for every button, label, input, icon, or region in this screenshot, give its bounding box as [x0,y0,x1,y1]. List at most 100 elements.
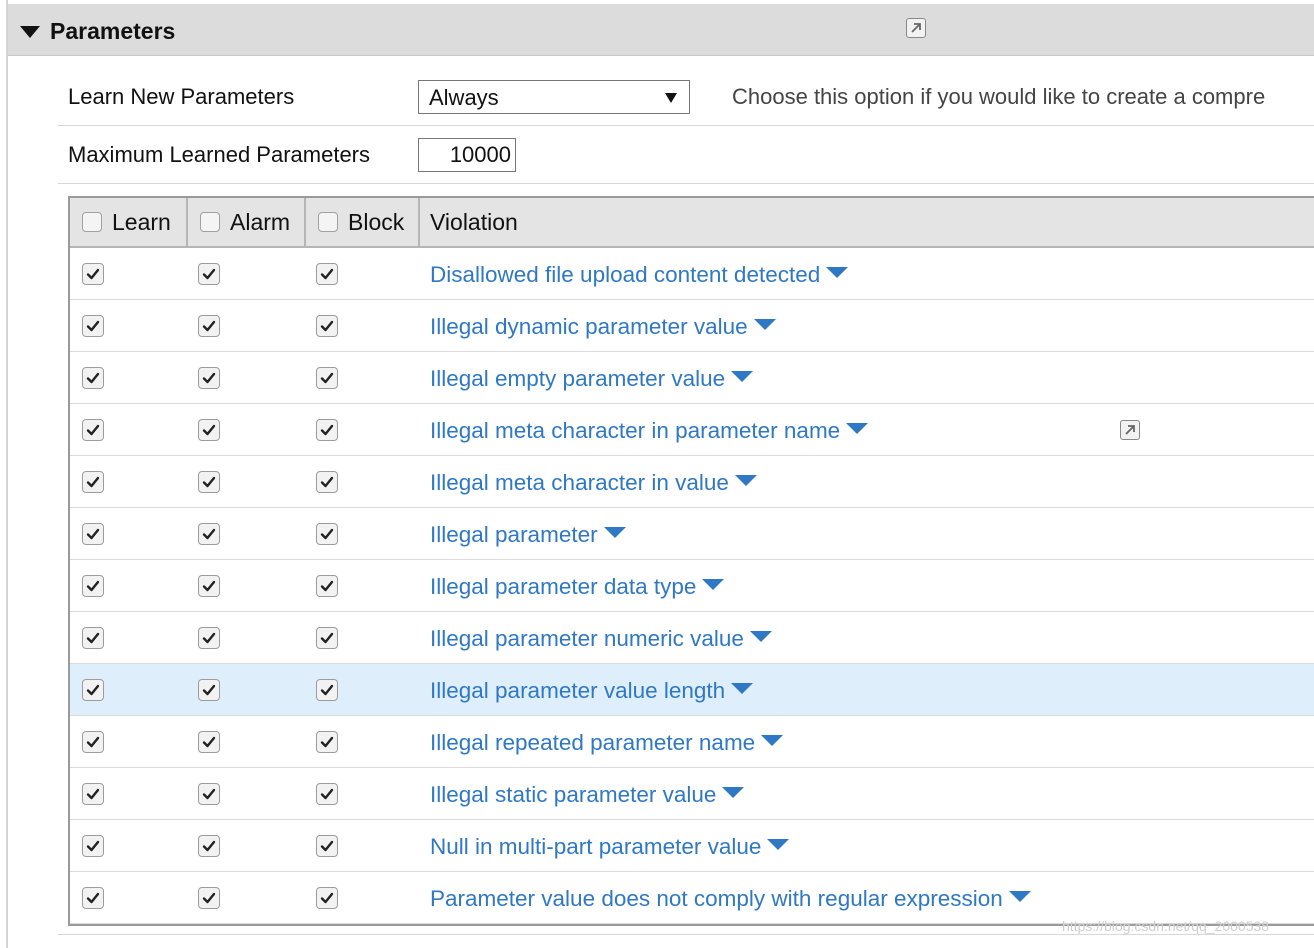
alarm-checkbox[interactable] [198,263,220,285]
external-link-icon[interactable] [906,18,926,38]
violation-link[interactable]: Illegal static parameter value [430,782,745,808]
table-row[interactable]: Illegal dynamic parameter value [70,300,1314,352]
violation-link[interactable]: Parameter value does not comply with reg… [430,886,1031,912]
alarm-checkbox[interactable] [198,627,220,649]
chevron-down-icon[interactable] [603,527,626,538]
learn-checkbox[interactable] [82,627,104,649]
table-row[interactable]: Illegal meta character in value [70,456,1314,508]
table-row[interactable]: Illegal repeated parameter name [70,716,1314,768]
learn-checkbox[interactable] [82,263,104,285]
learn-checkbox[interactable] [82,783,104,805]
block-checkbox[interactable] [316,679,338,701]
chevron-down-icon[interactable] [753,319,776,330]
header-alarm[interactable]: Alarm [188,198,306,246]
chevron-down-icon[interactable] [826,267,849,278]
table-row[interactable]: Illegal empty parameter value [70,352,1314,404]
block-checkbox[interactable] [316,367,338,389]
watermark: https://blog.csdn.net/qq_2000538 [1062,918,1270,934]
header-violation[interactable]: Violation [420,198,1314,246]
table-row[interactable]: Illegal parameter numeric value [70,612,1314,664]
violation-link[interactable]: Illegal parameter data type [430,574,725,600]
violation-label: Illegal parameter value length [430,678,726,703]
violation-link[interactable]: Illegal repeated parameter name [430,730,784,756]
learn-all-checkbox[interactable] [82,212,102,232]
block-checkbox[interactable] [316,471,338,493]
alarm-checkbox[interactable] [198,783,220,805]
table-header: Learn Alarm Block Violation [70,198,1314,248]
learn-checkbox[interactable] [82,575,104,597]
learn-checkbox[interactable] [82,835,104,857]
block-checkbox[interactable] [316,419,338,441]
chevron-down-icon[interactable] [722,787,745,798]
block-checkbox[interactable] [316,523,338,545]
chevron-down-icon[interactable] [702,579,725,590]
alarm-checkbox[interactable] [198,731,220,753]
violation-label: Illegal meta character in parameter name [430,418,841,443]
violation-link[interactable]: Illegal empty parameter value [430,366,754,392]
header-learn[interactable]: Learn [70,198,188,246]
learn-new-parameters-select[interactable]: Always [418,80,690,114]
violation-link[interactable]: Illegal dynamic parameter value [430,314,776,340]
learn-checkbox[interactable] [82,367,104,389]
learn-checkbox[interactable] [82,471,104,493]
chevron-down-icon[interactable] [767,839,790,850]
max-learned-parameters-input[interactable]: 10000 [418,138,516,172]
alarm-checkbox[interactable] [198,471,220,493]
violation-link[interactable]: Illegal parameter numeric value [430,626,772,652]
chevron-down-icon[interactable] [731,683,754,694]
learn-new-parameters-label: Learn New Parameters [68,84,295,109]
learn-checkbox[interactable] [82,731,104,753]
learn-checkbox[interactable] [82,315,104,337]
block-checkbox[interactable] [316,783,338,805]
alarm-all-checkbox[interactable] [200,212,220,232]
left-border [6,0,8,948]
table-row[interactable]: Illegal parameter data type [70,560,1314,612]
violation-link[interactable]: Illegal meta character in value [430,470,757,496]
table-row[interactable]: Illegal meta character in parameter name [70,404,1314,456]
header-block[interactable]: Block [306,198,420,246]
external-link-icon[interactable] [1120,420,1140,440]
chevron-down-icon[interactable] [761,735,784,746]
block-checkbox[interactable] [316,835,338,857]
learn-checkbox[interactable] [82,419,104,441]
alarm-checkbox[interactable] [198,835,220,857]
block-checkbox[interactable] [316,575,338,597]
alarm-checkbox[interactable] [198,315,220,337]
block-checkbox[interactable] [316,731,338,753]
dropdown-arrow-icon [665,93,677,103]
alarm-checkbox[interactable] [198,887,220,909]
alarm-checkbox[interactable] [198,575,220,597]
block-checkbox[interactable] [316,315,338,337]
table-row[interactable]: Disallowed file upload content detected [70,248,1314,300]
learn-checkbox[interactable] [82,887,104,909]
violation-link[interactable]: Illegal meta character in parameter name [430,418,869,444]
alarm-checkbox[interactable] [198,523,220,545]
table-row[interactable]: Illegal parameter value length [70,664,1314,716]
chevron-down-icon[interactable] [1008,891,1031,902]
violation-link[interactable]: Illegal parameter value length [430,678,754,704]
block-checkbox[interactable] [316,627,338,649]
block-all-checkbox[interactable] [318,212,338,232]
parameters-section-header[interactable]: Parameters [8,4,1314,56]
violation-label: Illegal dynamic parameter value [430,314,748,339]
learn-checkbox[interactable] [82,679,104,701]
alarm-checkbox[interactable] [198,679,220,701]
block-checkbox[interactable] [316,887,338,909]
alarm-checkbox[interactable] [198,367,220,389]
violation-link[interactable]: Null in multi-part parameter value [430,834,790,860]
violation-link[interactable]: Disallowed file upload content detected [430,262,849,288]
chevron-down-icon[interactable] [731,371,754,382]
block-checkbox[interactable] [316,263,338,285]
table-row[interactable]: Illegal static parameter value [70,768,1314,820]
chevron-down-icon[interactable] [846,423,869,434]
section-title: Parameters [50,18,176,44]
caret-down-icon[interactable] [20,26,40,38]
chevron-down-icon[interactable] [749,631,772,642]
alarm-checkbox[interactable] [198,419,220,441]
chevron-down-icon[interactable] [734,475,757,486]
table-row[interactable]: Illegal parameter [70,508,1314,560]
table-row[interactable]: Null in multi-part parameter value [70,820,1314,872]
violation-link[interactable]: Illegal parameter [430,522,626,548]
learn-checkbox[interactable] [82,523,104,545]
table-row[interactable]: Parameter value does not comply with reg… [70,872,1314,924]
